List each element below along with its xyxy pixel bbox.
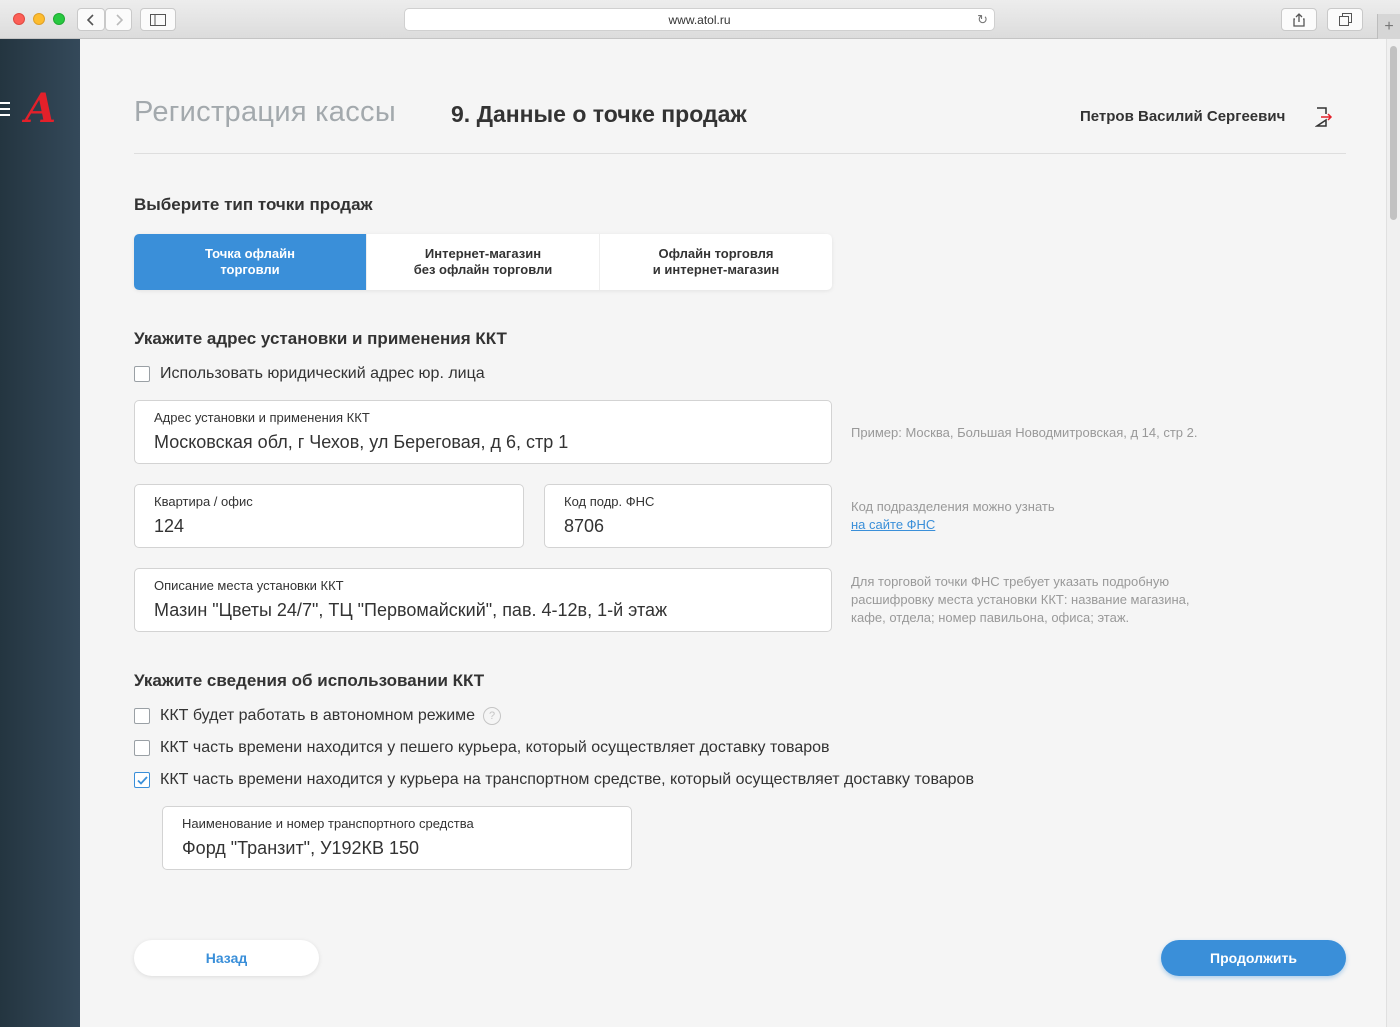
- vehicle-input[interactable]: [182, 838, 612, 859]
- reload-icon[interactable]: ↻: [977, 12, 988, 28]
- scroll-thumb[interactable]: [1390, 46, 1397, 220]
- continue-button[interactable]: Продолжить: [1161, 940, 1346, 976]
- vehicle-courier-checkbox[interactable]: [134, 772, 150, 788]
- chevron-left-icon: [87, 13, 94, 26]
- place-description-label: Описание места установки ККТ: [154, 578, 344, 593]
- maximize-window-button[interactable]: [53, 13, 65, 25]
- forward-nav-button[interactable]: [105, 8, 132, 31]
- fns-hint: Код подразделения можно узнать на сайте …: [851, 498, 1055, 534]
- usage-option-autonomous[interactable]: ККТ будет работать в автономном режиме ?: [134, 707, 502, 725]
- url-text: www.atol.ru: [668, 12, 731, 27]
- fns-code-field[interactable]: Код подр. ФНС: [544, 484, 832, 548]
- atol-logo[interactable]: A: [25, 85, 56, 132]
- logout-icon[interactable]: [1315, 107, 1333, 127]
- sale-type-online[interactable]: Интернет-магазин без офлайн торговли: [367, 234, 600, 290]
- user-name[interactable]: Петров Василий Сергеевич: [1080, 108, 1285, 125]
- fns-code-label: Код подр. ФНС: [564, 494, 655, 509]
- address-input[interactable]: [154, 432, 812, 453]
- office-field-label: Квартира / офис: [154, 494, 253, 509]
- app-sidebar: A: [0, 39, 80, 1027]
- vehicle-field-label: Наименование и номер транспортного средс…: [182, 816, 474, 831]
- sidebar-icon: [150, 13, 166, 26]
- use-legal-address-label: Использовать юридический адрес юр. лица: [160, 365, 485, 382]
- office-input[interactable]: [154, 516, 504, 537]
- address-hint: Пример: Москва, Большая Новодмитровская,…: [851, 425, 1198, 440]
- sidebar-toggle-button[interactable]: [140, 8, 176, 31]
- fns-hint-text: Код подразделения можно узнать: [851, 499, 1055, 514]
- minimize-window-button[interactable]: [33, 13, 45, 25]
- usage-option-vehicle-courier[interactable]: ККТ часть времени находится у курьера на…: [134, 771, 974, 789]
- address-field[interactable]: Адрес установки и применения ККТ: [134, 400, 832, 464]
- browser-titlebar: www.atol.ru ↻ +: [0, 0, 1400, 39]
- sale-type-offline[interactable]: Точка офлайн торговли: [134, 234, 367, 290]
- vehicle-courier-label: ККТ часть времени находится у курьера на…: [160, 771, 974, 788]
- new-tab-button[interactable]: +: [1377, 14, 1400, 39]
- usage-section-title: Укажите сведения об использовании ККТ: [134, 671, 485, 690]
- share-icon: [1293, 12, 1305, 27]
- use-legal-address-row[interactable]: Использовать юридический адрес юр. лица: [134, 365, 485, 383]
- sale-type-title: Выберите тип точки продаж: [134, 195, 373, 214]
- fns-code-input[interactable]: [564, 516, 812, 537]
- share-button[interactable]: [1281, 8, 1317, 31]
- back-button[interactable]: Назад: [134, 940, 319, 976]
- tabs-icon: [1338, 13, 1352, 26]
- checkmark-icon: [136, 775, 148, 785]
- back-nav-button[interactable]: [77, 8, 105, 31]
- tabs-overview-button[interactable]: [1327, 8, 1363, 31]
- place-description-field[interactable]: Описание места установки ККТ: [134, 568, 832, 632]
- vehicle-field[interactable]: Наименование и номер транспортного средс…: [162, 806, 632, 870]
- step-title: 9. Данные о точке продаж: [451, 101, 747, 127]
- autonomous-checkbox[interactable]: [134, 708, 150, 724]
- foot-courier-label: ККТ часть времени находится у пешего кур…: [160, 739, 830, 756]
- url-bar[interactable]: www.atol.ru ↻: [404, 8, 995, 31]
- fns-site-link[interactable]: на сайте ФНС: [851, 517, 935, 532]
- use-legal-address-checkbox[interactable]: [134, 366, 150, 382]
- page-title: Регистрация кассы: [134, 96, 396, 128]
- sale-type-selector: Точка офлайн торговли Интернет-магазин б…: [134, 234, 832, 290]
- header-divider: [134, 153, 1346, 154]
- close-window-button[interactable]: [13, 13, 25, 25]
- sale-type-mixed[interactable]: Офлайн торговля и интернет-магазин: [600, 234, 832, 290]
- address-field-label: Адрес установки и применения ККТ: [154, 410, 370, 425]
- place-description-input[interactable]: [154, 600, 812, 621]
- usage-option-foot-courier[interactable]: ККТ часть времени находится у пешего кур…: [134, 739, 830, 757]
- address-section-title: Укажите адрес установки и применения ККТ: [134, 329, 507, 348]
- place-hint: Для торговой точки ФНС требует указать п…: [851, 574, 1190, 625]
- office-field[interactable]: Квартира / офис: [134, 484, 524, 548]
- autonomous-label: ККТ будет работать в автономном режиме: [160, 707, 476, 724]
- help-icon[interactable]: ?: [483, 707, 502, 725]
- foot-courier-checkbox[interactable]: [134, 740, 150, 756]
- menu-icon[interactable]: [0, 102, 10, 120]
- chevron-right-icon: [115, 13, 123, 26]
- page-scrollbar[interactable]: [1386, 39, 1400, 1027]
